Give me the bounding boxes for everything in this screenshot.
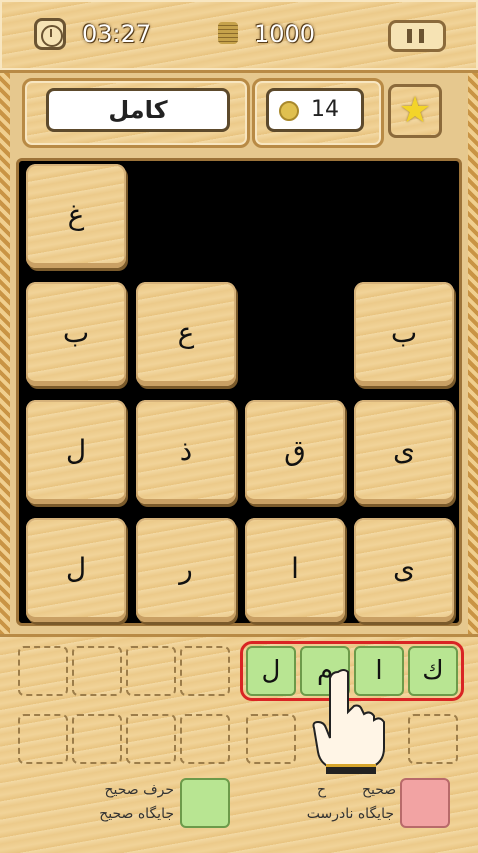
- empty-slot[interactable]: [180, 646, 230, 696]
- empty-slot[interactable]: [72, 714, 122, 764]
- star-icon: ★: [398, 90, 432, 131]
- legend-correct-letter: حرف صحيح: [104, 782, 174, 798]
- legend-wrong-letter-partial: صحیح: [362, 782, 397, 798]
- timer-text: 03:27: [82, 20, 152, 48]
- empty-slot[interactable]: [246, 714, 296, 764]
- legend-correct-swatch: [180, 778, 230, 828]
- star-button[interactable]: ★: [388, 84, 442, 138]
- letter-tile[interactable]: ل: [26, 518, 126, 622]
- clock-icon: [34, 18, 66, 50]
- legend-correct-position: جایگاه صحیح: [99, 806, 174, 822]
- pause-icon: [407, 29, 412, 43]
- letter-tile[interactable]: ر: [136, 518, 236, 622]
- letter-tile[interactable]: ا: [245, 518, 345, 622]
- coin-icon: [279, 101, 299, 121]
- coins-count: 1000: [254, 20, 316, 48]
- hint-counter[interactable]: 14: [266, 88, 364, 132]
- empty-slot[interactable]: [126, 646, 176, 696]
- letter-tile[interactable]: غ: [26, 164, 126, 268]
- letter-tile[interactable]: ل: [26, 400, 126, 504]
- answer-word-box: كامل: [46, 88, 230, 132]
- letter-tile[interactable]: ذ: [136, 400, 236, 504]
- letter-tile[interactable]: ق: [245, 400, 345, 504]
- letter-tile[interactable]: ب: [26, 282, 126, 386]
- legend-wrong-position: جایگاه نادرست: [306, 806, 394, 822]
- pause-button[interactable]: [388, 20, 446, 52]
- empty-slot[interactable]: [18, 714, 68, 764]
- legend-wrong-letter-initial: ح: [316, 782, 326, 798]
- letter-tile[interactable]: ى: [354, 518, 454, 622]
- empty-slot[interactable]: [180, 714, 230, 764]
- letter-tile[interactable]: ب: [354, 282, 454, 386]
- empty-slot[interactable]: [126, 714, 176, 764]
- pause-icon-bar: [419, 29, 424, 43]
- empty-slot[interactable]: [72, 646, 122, 696]
- hint-count: 14: [311, 97, 339, 122]
- letter-tile[interactable]: ع: [136, 282, 236, 386]
- pointing-hand-icon: [312, 669, 385, 774]
- legend-wrong-swatch: [400, 778, 450, 828]
- empty-slot[interactable]: [18, 646, 68, 696]
- coins-icon: [218, 22, 238, 44]
- empty-slot[interactable]: [408, 714, 458, 764]
- letter-tile[interactable]: ى: [354, 400, 454, 504]
